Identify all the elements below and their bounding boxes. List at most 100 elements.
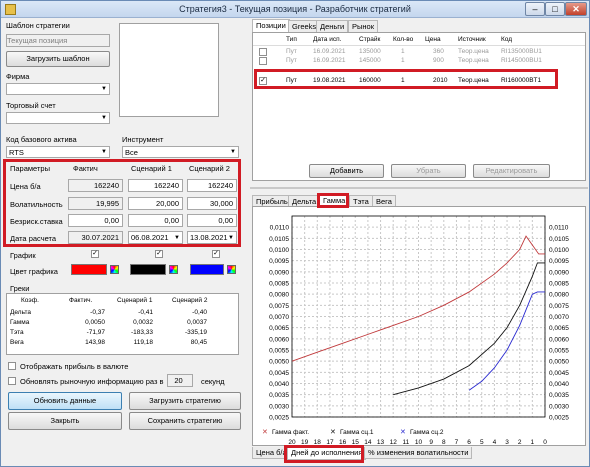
x-tick-label: 14	[364, 439, 372, 446]
greeks-header: Коэф.	[21, 297, 39, 304]
chevron-down-icon: ▼	[101, 86, 107, 92]
greek-name: Тэта	[10, 329, 24, 336]
greek-value: -71,97	[86, 329, 105, 336]
position-cell-source: Теор.цена	[458, 48, 489, 55]
y-tick-label: 0,0110	[270, 225, 290, 232]
y-tick-label-right: 0,0090	[549, 269, 569, 276]
color-picker-icon[interactable]	[227, 265, 236, 274]
close-window-button[interactable]: ✕	[565, 2, 587, 16]
position-checkbox[interactable]	[259, 48, 267, 56]
position-cell-type: Пут	[286, 57, 297, 64]
save-strategy-button[interactable]: Сохранить стратегию	[129, 412, 241, 430]
column-header: Источник	[458, 36, 486, 43]
s1-chart-checkbox[interactable]: ✓	[155, 250, 163, 258]
window-title: Стратегия3 - Текущая позиция - Разработч…	[179, 4, 411, 14]
firm-select[interactable]: ▼	[6, 83, 110, 95]
y-tick-label-right: 0,0075	[549, 303, 569, 310]
gamma-chart: 0,0110 0,0110 0,0105 0,0105 0,0100 0,0100 0,00…	[262, 215, 569, 446]
show-profit-label: Отображать прибыль в валюте	[20, 362, 129, 371]
update-interval-field[interactable]: 20	[167, 374, 193, 387]
chevron-down-icon: ▼	[101, 149, 107, 155]
axis-tab-volatility[interactable]: % изменения волатильности	[364, 447, 473, 459]
x-tick-label: 7	[455, 439, 459, 446]
y-tick-label-right: 0,0040	[549, 381, 569, 388]
show-profit-checkbox[interactable]	[8, 362, 16, 370]
add-position-button[interactable]: Добавить	[309, 164, 384, 178]
color-picker-icon[interactable]	[169, 265, 178, 274]
chevron-down-icon: ▼	[101, 115, 107, 121]
greek-value: 143,98	[85, 339, 105, 346]
greek-value: -0,37	[90, 309, 105, 316]
x-tick-label: 13	[377, 439, 385, 446]
update-market-checkbox[interactable]	[8, 377, 16, 385]
y-tick-label: 0,0095	[269, 258, 289, 265]
template-field[interactable]: Текущая позиция	[6, 34, 110, 47]
refresh-data-button[interactable]: Обновить данные	[8, 392, 122, 410]
tab-market[interactable]: Рынок	[348, 20, 378, 32]
base-asset-select[interactable]: RTS ▼	[6, 146, 110, 158]
column-header: Код	[501, 36, 513, 43]
legend-marker: ✕	[400, 429, 406, 436]
greek-name: Вега	[10, 339, 24, 346]
base-asset-value: RTS	[9, 148, 24, 157]
x-tick-label: 1	[531, 439, 535, 446]
tab-money[interactable]: Деньги	[316, 20, 349, 32]
color-picker-icon[interactable]	[110, 265, 119, 274]
y-tick-label: 0,0070	[269, 314, 289, 321]
title-bar: Стратегия3 - Текущая позиция - Разработч…	[1, 1, 589, 18]
y-tick-label-right: 0,0055	[549, 348, 569, 355]
y-tick-label: 0,0040	[269, 381, 289, 388]
column-header: Тип	[286, 36, 297, 43]
position-cell-date: 16.09.2021	[313, 57, 346, 64]
position-highlight	[254, 69, 558, 89]
load-strategy-button[interactable]: Загрузить стратегию	[129, 392, 241, 410]
position-cell-code: RI145000BU1	[501, 57, 542, 64]
instrument-select[interactable]: Все ▼	[122, 146, 239, 158]
template-label: Шаблон стратегии	[6, 21, 70, 30]
chevron-down-icon: ▼	[230, 149, 236, 155]
legend-marker: ✕	[330, 429, 336, 436]
account-select[interactable]: ▼	[6, 112, 110, 124]
y-tick-label-right: 0,0030	[549, 403, 569, 410]
y-tick-label: 0,0105	[269, 236, 289, 243]
x-tick-label: 9	[429, 439, 433, 446]
firm-label: Фирма	[6, 72, 30, 81]
position-row[interactable]: Пут 16.09.2021 145000 1 900 Теор.цена RI145000…	[253, 57, 583, 66]
position-cell-strike: 145000	[359, 57, 381, 64]
x-tick-label: 11	[402, 439, 409, 446]
y-tick-label: 0,0075	[269, 303, 289, 310]
maximize-button[interactable]: □	[545, 2, 565, 16]
base-asset-label: Код базового актива	[6, 135, 77, 144]
minimize-button[interactable]: –	[525, 2, 545, 16]
instrument-label: Инструмент	[122, 135, 164, 144]
legend-label: Гамма сц.1	[340, 429, 374, 436]
fact-chart-checkbox[interactable]: ✓	[91, 250, 99, 258]
y-tick-label-right: 0,0025	[549, 415, 569, 422]
s1-color-swatch[interactable]	[130, 264, 166, 275]
load-template-button[interactable]: Загрузить шаблон	[6, 51, 110, 67]
close-button[interactable]: Закрыть	[8, 412, 122, 430]
position-checkbox[interactable]	[259, 57, 267, 65]
x-tick-label: 2	[518, 439, 522, 446]
s2-chart-checkbox[interactable]: ✓	[212, 250, 220, 258]
position-row[interactable]: Пут 16.09.2021 135000 1 360 Теор.цена RI135000…	[253, 48, 583, 57]
y-tick-label-right: 0,0100	[549, 247, 569, 254]
x-tick-label: 3	[505, 439, 509, 446]
y-tick-label: 0,0025	[269, 415, 289, 422]
column-header: Цена	[425, 36, 441, 43]
remove-position-button[interactable]: Убрать	[391, 164, 466, 178]
x-tick-label: 5	[480, 439, 484, 446]
position-cell-price: 360	[433, 48, 444, 55]
splitter[interactable]	[250, 187, 588, 189]
greeks-table: Коэф. Фактич. Сценарий 1 Сценарий 2 Дель…	[6, 293, 239, 355]
y-tick-label: 0,0080	[269, 292, 289, 299]
y-tick-label-right: 0,0050	[549, 359, 569, 366]
account-label: Торговый счет	[6, 101, 56, 110]
edit-position-button[interactable]: Редактировать	[473, 164, 550, 178]
s2-color-swatch[interactable]	[190, 264, 224, 275]
instrument-value: Все	[125, 148, 138, 157]
column-header: Дата исп.	[313, 36, 342, 43]
fact-color-swatch[interactable]	[71, 264, 107, 275]
tab-positions[interactable]: Позиции	[252, 19, 290, 32]
column-header: Кол-во	[393, 36, 414, 43]
